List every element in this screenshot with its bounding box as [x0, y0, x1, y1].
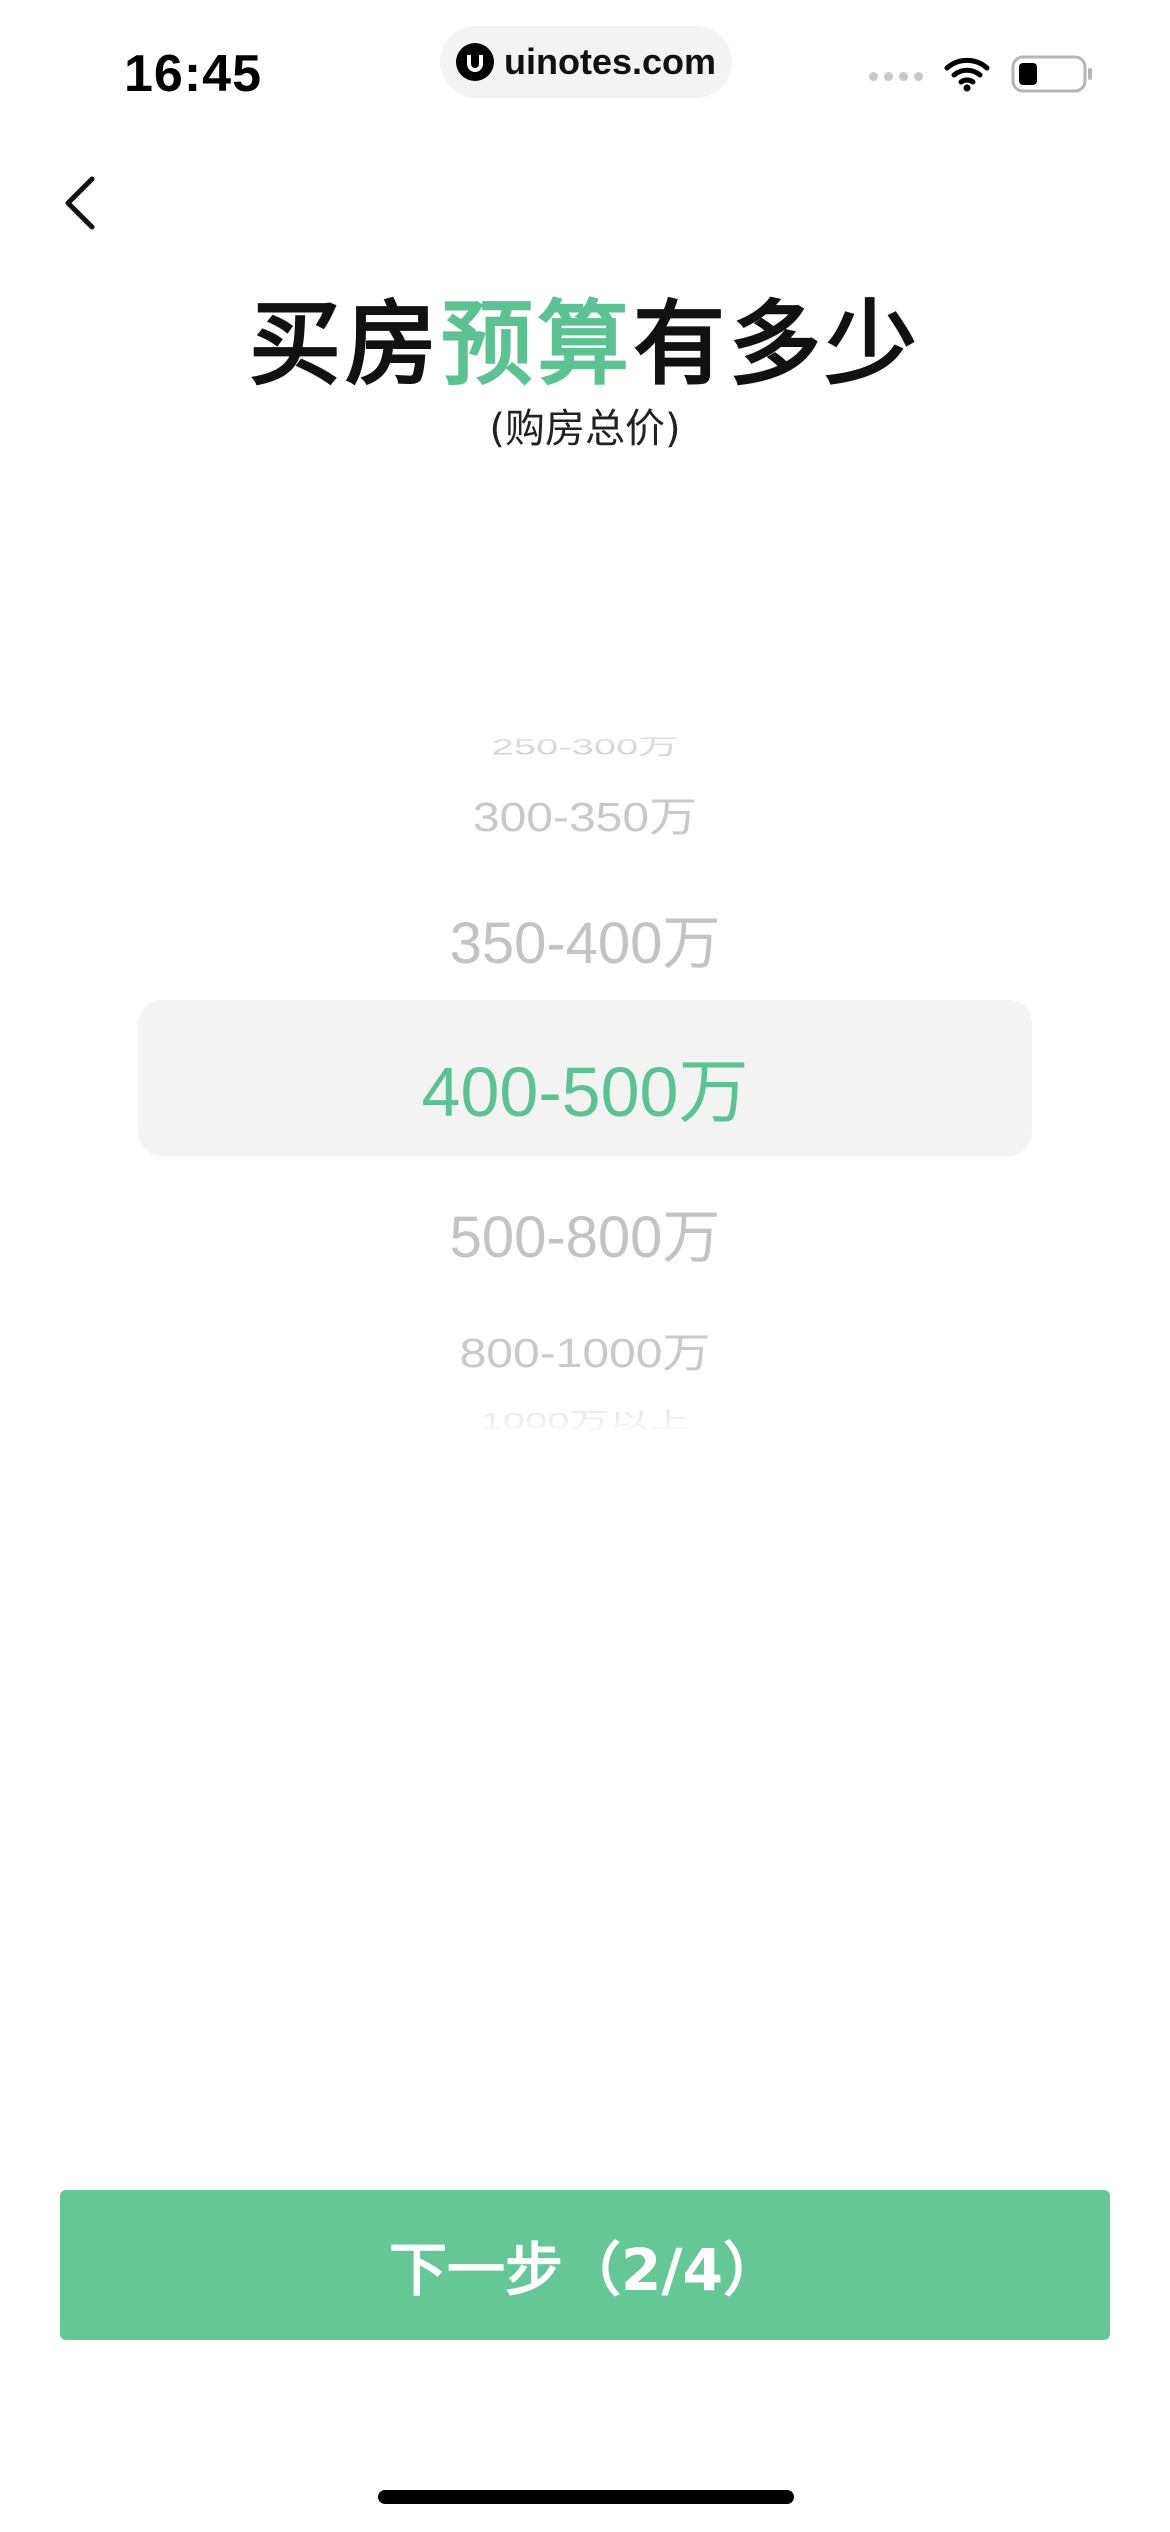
page-title: 买房预算有多少	[0, 270, 1170, 403]
picker-option[interactable]: 500-800万	[0, 1190, 1170, 1274]
picker-option-selected[interactable]: 400-500万	[0, 1036, 1170, 1137]
title-part-2: 有多少	[633, 291, 922, 398]
status-time: 16:45	[124, 45, 262, 103]
url-pill[interactable]: uinotes.com	[440, 26, 732, 98]
picker-option[interactable]: 800-1000万	[0, 1319, 1170, 1379]
url-text: uinotes.com	[503, 41, 717, 82]
cellular-signal-icon	[869, 72, 923, 81]
chevron-left-icon	[60, 173, 100, 238]
picker-option[interactable]: 350-400万	[0, 896, 1170, 980]
picker-option[interactable]: 300-350万	[0, 783, 1170, 843]
battery-icon	[1011, 54, 1095, 99]
home-indicator[interactable]	[378, 2490, 794, 2504]
status-icons	[869, 54, 1095, 99]
title-accent: 预算	[440, 291, 633, 398]
next-step-button[interactable]: 下一步（2/4）	[60, 2190, 1110, 2340]
budget-screen: 16:45 uinotes.com 买房预算有多少 (购房总价) 250-300…	[0, 0, 1170, 2532]
wifi-icon	[943, 56, 991, 97]
budget-picker[interactable]: 250-300万 300-350万 350-400万 400-500万 500-…	[0, 700, 1170, 1440]
picker-option[interactable]: 1000万以上	[0, 1403, 1170, 1435]
back-button[interactable]	[50, 170, 110, 240]
title-part-1: 买房	[248, 291, 441, 398]
picker-option[interactable]: 250-300万	[0, 729, 1170, 761]
page-subtitle: (购房总价)	[489, 406, 681, 452]
uinotes-logo-icon	[455, 43, 494, 81]
